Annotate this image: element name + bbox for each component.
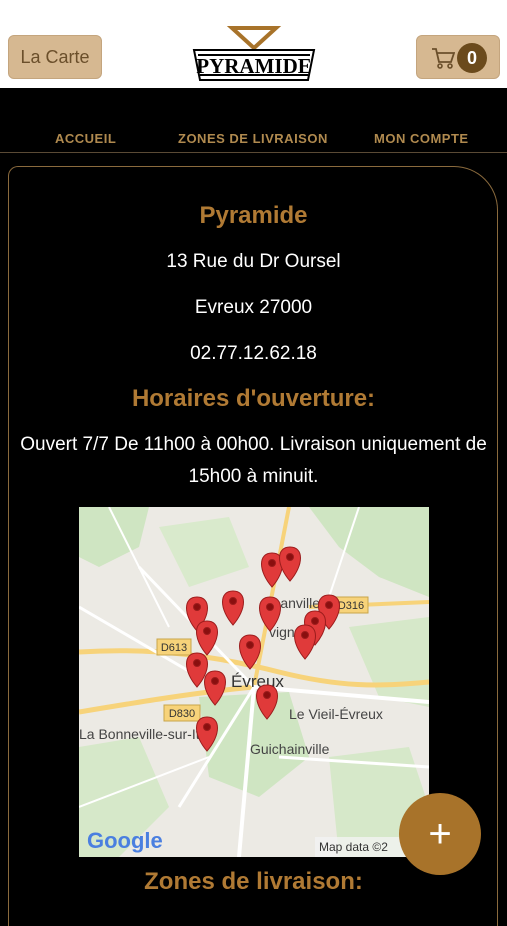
map-pin (279, 546, 301, 582)
road-label-d613: D613 (161, 642, 187, 654)
cart-button[interactable]: 0 (416, 35, 500, 79)
map-pin (196, 620, 218, 656)
logo-text: PYRAMIDE (196, 54, 312, 78)
place-label-evreux: Évreux (231, 672, 284, 691)
road-label-d830: D830 (169, 708, 195, 720)
google-logo: Google (87, 828, 163, 853)
nav-accueil[interactable]: ACCUEIL (55, 131, 116, 146)
map-canvas: D613 D830 D316 rmanville vign Évreux Le … (79, 507, 429, 857)
nav-zones-livraison[interactable]: ZONES DE LIVRAISON (178, 131, 328, 146)
nav-mon-compte[interactable]: MON COMPTE (374, 131, 469, 146)
top-bar: La Carte PYRAMIDE 0 (0, 0, 507, 88)
add-fab-button[interactable]: + (399, 793, 481, 875)
main-nav: ACCUEIL ZONES DE LIVRAISON MON COMPTE (0, 88, 507, 153)
road-label-d316: D316 (338, 600, 364, 612)
place-label-vieil-evreux: Le Vieil-Évreux (289, 706, 383, 722)
place-label-guichainville: Guichainville (250, 741, 330, 757)
cart-icon (432, 48, 455, 69)
hours-heading: Horaires d'ouverture: (131, 385, 376, 412)
place-label-bonneville: La Bonneville-sur-Iton (79, 726, 215, 742)
map-attribution: Map data ©2 (319, 840, 388, 854)
hours-line-1: Ouvert 7/7 De 11h00 à 00h00. Livraison u… (20, 434, 487, 455)
delivery-map[interactable]: D613 D830 D316 rmanville vign Évreux Le … (79, 507, 429, 857)
phone-number[interactable]: 02.77.12.62.18 (0, 343, 507, 365)
cart-count-badge: 0 (457, 43, 487, 73)
address-line-1: 13 Rue du Dr Oursel (166, 251, 341, 272)
hours-line-2: 15h00 à minuit. (188, 466, 319, 487)
address-line-2: Evreux 27000 (194, 297, 313, 318)
pyramide-logo[interactable]: PYRAMIDE (190, 24, 318, 86)
map-pin (222, 590, 244, 626)
map-pin (294, 624, 316, 660)
restaurant-name: Pyramide (199, 202, 308, 229)
menu-button[interactable]: La Carte (8, 35, 102, 79)
plus-icon: + (428, 811, 452, 856)
